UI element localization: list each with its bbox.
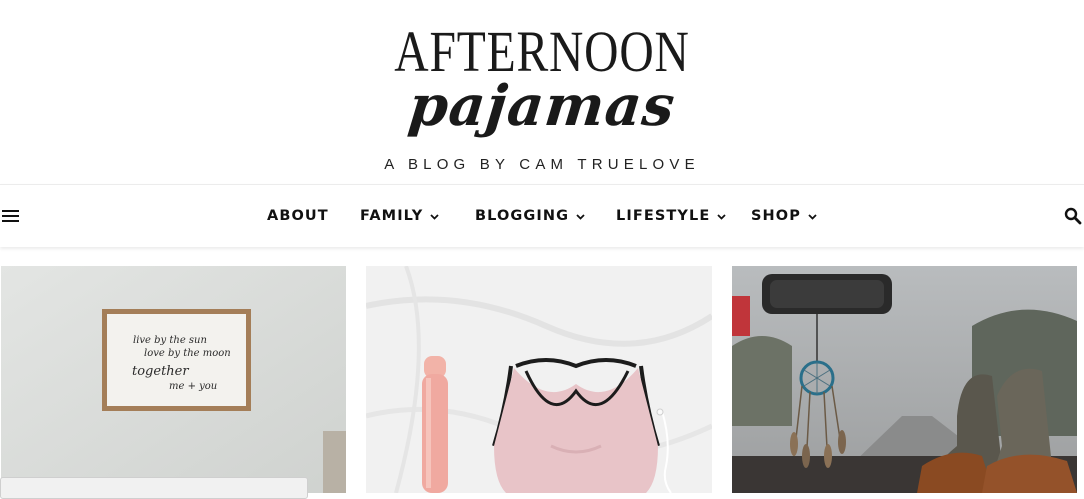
water-bottle — [422, 356, 448, 493]
bottom-overlay-bar[interactable] — [0, 477, 308, 499]
nav-item-shop[interactable]: SHOP — [751, 206, 818, 226]
chevron-down-icon — [808, 213, 817, 220]
sign-text-line: love by the moon — [144, 348, 231, 359]
nav-item-lifestyle[interactable]: LIFESTYLE — [616, 206, 727, 226]
nav-item-label: ABOUT — [267, 208, 329, 224]
post-image — [732, 266, 1077, 493]
chevron-down-icon — [430, 213, 440, 220]
post-image — [366, 266, 712, 493]
chevron-down-icon — [717, 213, 726, 220]
nav-item-about[interactable]: ABOUT — [267, 206, 329, 226]
post-grid: live by the sun love by the moon togethe… — [0, 266, 1084, 493]
nav-item-label: SHOP — [751, 208, 801, 224]
chevron-down-icon — [576, 213, 585, 220]
nav-item-blogging[interactable]: BLOGGING — [475, 206, 586, 226]
post-card-framed-sign[interactable]: live by the sun love by the moon togethe… — [1, 266, 346, 493]
nav-item-label: BLOGGING — [475, 208, 570, 224]
post-card-road-trip[interactable] — [732, 266, 1077, 493]
nav-menu: ABOUT FAMILY BLOGGING LIFESTYLE SHOP — [0, 185, 1084, 247]
search-icon[interactable] — [1064, 207, 1082, 225]
post-image: live by the sun love by the moon togethe… — [1, 266, 346, 493]
nav-item-label: FAMILY — [360, 208, 424, 224]
site-logo[interactable]: AFTERNOON pajamas A BLOG BY CAM TRUELOVE — [360, 18, 724, 178]
sign-text-line: live by the sun — [133, 335, 207, 346]
sign-text-line: together — [132, 364, 189, 379]
nav-item-family[interactable]: FAMILY — [360, 206, 440, 226]
post-card-workout-gear[interactable] — [366, 266, 712, 493]
main-navigation: ABOUT FAMILY BLOGGING LIFESTYLE SHOP — [0, 184, 1084, 247]
logo-tagline: A BLOG BY CAM TRUELOVE — [384, 156, 700, 173]
nav-item-label: LIFESTYLE — [616, 208, 711, 224]
site-header: AFTERNOON pajamas A BLOG BY CAM TRUELOVE — [0, 0, 1084, 184]
sign-text-line: me + you — [169, 381, 217, 392]
logo-script-title: pajamas — [405, 73, 679, 139]
